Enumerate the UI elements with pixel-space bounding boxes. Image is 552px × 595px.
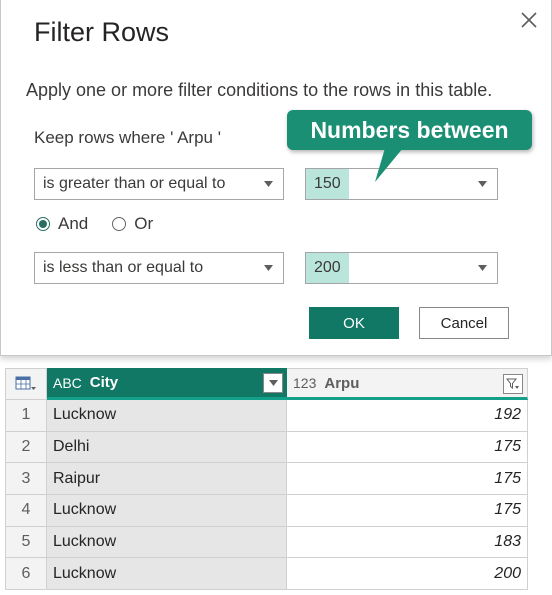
row-number: 3 <box>5 463 47 496</box>
callout-pointer <box>375 148 403 182</box>
and-radio-label: And <box>58 214 89 233</box>
or-radio-button[interactable] <box>112 217 127 231</box>
condition1-operator-text: is greater than or equal to <box>43 175 226 192</box>
cell-city[interactable]: Lucknow <box>47 526 287 559</box>
table-icon <box>15 376 36 390</box>
condition1-value-text: 150 <box>306 169 349 199</box>
condition2-operator-select[interactable]: is less than or equal to <box>34 252 284 284</box>
grid-header: ABC City 123 Arpu <box>5 368 528 400</box>
table-row: 5 Lucknow 183 <box>5 526 528 559</box>
chevron-down-icon <box>264 265 273 271</box>
row-number: 1 <box>5 400 47 432</box>
condition1-operator-select[interactable]: is greater than or equal to <box>34 168 284 200</box>
column-name-arpu: Arpu <box>324 374 360 392</box>
callout-annotation: Numbers between <box>287 110 532 150</box>
cell-arpu[interactable]: 175 <box>287 431 528 464</box>
row-number: 6 <box>5 558 47 591</box>
arpu-filter-dropdown[interactable] <box>503 374 523 394</box>
table-row: 4 Lucknow 175 <box>5 495 528 527</box>
row-number: 5 <box>5 526 47 559</box>
dialog-title: Filter Rows <box>34 17 170 47</box>
chevron-down-icon <box>268 380 278 386</box>
chevron-down-icon <box>478 181 487 187</box>
cell-city[interactable]: Raipur <box>47 463 287 496</box>
filter-icon <box>506 378 519 389</box>
or-radio-label: Or <box>134 214 154 233</box>
and-radio[interactable]: And <box>36 214 88 234</box>
condition2-value-input[interactable]: 200 <box>305 252 498 284</box>
row-number: 4 <box>5 495 47 527</box>
cell-arpu[interactable]: 175 <box>287 463 528 496</box>
filter-rows-dialog: Filter Rows Apply one or more filter con… <box>0 0 552 356</box>
chevron-down-icon <box>478 265 487 271</box>
table-menu-icon[interactable] <box>5 368 47 400</box>
data-grid: ABC City 123 Arpu 1 Lucknow 192 2 Delhi … <box>5 368 528 591</box>
logic-radio-group: And Or <box>36 214 177 234</box>
condition2-operator-text: is less than or equal to <box>43 259 204 276</box>
keep-rows-label: Keep rows where ' Arpu ' <box>34 128 221 147</box>
chevron-down-icon <box>264 181 273 187</box>
table-row: 6 Lucknow 200 <box>5 558 528 591</box>
cell-arpu[interactable]: 175 <box>287 495 528 527</box>
condition2-value-text: 200 <box>306 253 349 283</box>
cell-arpu[interactable]: 200 <box>287 558 528 591</box>
cell-city[interactable]: Lucknow <box>47 400 287 432</box>
cell-arpu[interactable]: 183 <box>287 526 528 559</box>
and-radio-button[interactable] <box>36 217 50 231</box>
cell-city[interactable]: Lucknow <box>47 558 287 591</box>
table-row: 1 Lucknow 192 <box>5 400 528 432</box>
ok-button[interactable]: OK <box>309 307 399 339</box>
or-radio[interactable]: Or <box>112 214 153 234</box>
column-header-city[interactable]: ABC City <box>47 368 287 400</box>
cell-city[interactable]: Delhi <box>47 431 287 464</box>
table-row: 3 Raipur 175 <box>5 463 528 496</box>
column-name-city: City <box>89 374 119 391</box>
close-icon[interactable] <box>519 10 539 30</box>
row-number: 2 <box>5 431 47 464</box>
city-filter-dropdown[interactable] <box>263 373 283 393</box>
table-row: 2 Delhi 175 <box>5 431 528 464</box>
dialog-description: Apply one or more filter conditions to t… <box>26 80 493 100</box>
cancel-button[interactable]: Cancel <box>419 307 509 339</box>
text-type-icon: ABC <box>53 374 82 391</box>
cell-city[interactable]: Lucknow <box>47 495 287 527</box>
column-header-arpu[interactable]: 123 Arpu <box>287 368 528 400</box>
cell-arpu[interactable]: 192 <box>287 400 528 432</box>
number-type-icon: 123 <box>293 375 317 391</box>
